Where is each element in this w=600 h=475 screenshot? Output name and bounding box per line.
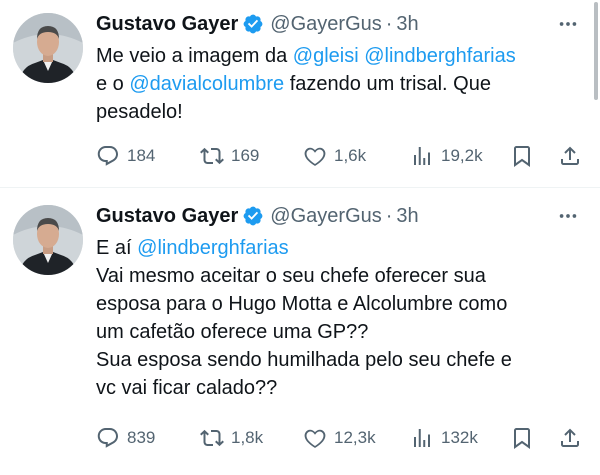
views-count: 132k [441, 428, 478, 447]
timestamp[interactable]: 3h [396, 200, 418, 232]
share-icon [561, 146, 579, 165]
tweet[interactable]: Gustavo Gayer @GayerGus · 3h Me veio a i… [0, 0, 600, 187]
author-handle[interactable]: @GayerGus [270, 8, 381, 40]
repost-button[interactable]: 1,8k [200, 423, 263, 453]
tweet-header: Gustavo Gayer @GayerGus · 3h [96, 200, 582, 232]
repost-icon [200, 429, 224, 447]
text-segment: pesadelo! [96, 101, 183, 123]
text-segment: e o [96, 73, 130, 95]
bookmark-icon [514, 428, 530, 449]
tweet-text-line: pesadelo! [96, 98, 582, 126]
verified-badge-icon [243, 14, 263, 34]
tweet-actions: 839 1,8k 12,3k 132k [96, 423, 586, 453]
bookmark-icon [514, 146, 530, 167]
text-segment: fazendo um trisal. Que [284, 73, 491, 95]
avatar[interactable] [13, 205, 83, 275]
scrollbar[interactable] [594, 2, 598, 100]
like-count: 12,3k [334, 428, 376, 447]
profile-photo-icon [13, 13, 83, 83]
verified-badge-icon [243, 206, 263, 226]
tweet-text: Me veio a imagem da @gleisi @lindberghfa… [96, 42, 582, 126]
avatar[interactable] [13, 13, 83, 83]
share-icon [561, 428, 579, 447]
author-name[interactable]: Gustavo Gayer [96, 8, 238, 40]
reply-button[interactable]: 839 [96, 423, 155, 453]
tweet-text-line: e o @davialcolumbre fazendo um trisal. Q… [96, 70, 582, 98]
mention-link[interactable]: @davialcolumbre [129, 73, 284, 95]
views-chart-icon [414, 147, 430, 165]
like-button[interactable]: 12,3k [303, 423, 376, 453]
bookmark-button[interactable] [510, 141, 534, 171]
text-segment: E aí [96, 237, 138, 259]
more-options-button[interactable] [554, 10, 582, 38]
mention-link[interactable]: @gleisi [293, 45, 359, 67]
mention-link[interactable]: @lindberghfarias [137, 237, 289, 259]
tweet-content: Gustavo Gayer @GayerGus · 3h Me veio a i… [96, 8, 582, 126]
views-chart-icon [414, 429, 430, 447]
share-button[interactable] [558, 423, 582, 453]
separator-dot: · [385, 13, 393, 35]
reply-count: 839 [127, 428, 156, 447]
bookmark-button[interactable] [510, 423, 534, 453]
reply-icon [97, 428, 118, 448]
repost-count: 169 [231, 146, 260, 165]
tweet-header: Gustavo Gayer @GayerGus · 3h [96, 8, 582, 40]
views-button[interactable]: 132k [410, 423, 478, 453]
views-button[interactable]: 19,2k [410, 141, 483, 171]
author-name[interactable]: Gustavo Gayer [96, 200, 238, 232]
separator-dot: · [385, 205, 393, 227]
more-icon [559, 214, 577, 218]
tweet-text-line: Me veio a imagem da @gleisi @lindberghfa… [96, 42, 582, 70]
tweet-divider [0, 187, 600, 188]
like-count: 1,6k [334, 146, 367, 165]
tweet-text-line: esposa para o Hugo Motta e Alcolumbre co… [96, 293, 508, 315]
text-segment: Me veio a imagem da [96, 45, 293, 67]
author-handle[interactable]: @GayerGus [270, 200, 381, 232]
more-icon [559, 22, 577, 26]
tweet-text-line: Vai mesmo aceitar o seu chefe oferecer s… [96, 265, 486, 287]
mention-link[interactable]: @lindberghfarias [364, 45, 516, 67]
profile-photo-icon [13, 205, 83, 275]
tweet-text-line: E aí @lindberghfarias [96, 234, 582, 262]
like-button[interactable]: 1,6k [303, 141, 366, 171]
tweet-text-line: um cafetão oferece uma GP?? [96, 321, 369, 343]
tweet-text-line: Sua esposa sendo humilhada pelo seu chef… [96, 349, 512, 371]
tweet-text-line: vc vai ficar calado?? [96, 377, 278, 399]
share-button[interactable] [558, 141, 582, 171]
reply-icon [97, 146, 118, 166]
tweet-text: E aí @lindberghfarias Vai mesmo aceitar … [96, 234, 582, 402]
views-count: 19,2k [441, 146, 483, 165]
repost-button[interactable]: 169 [200, 141, 259, 171]
repost-icon [200, 147, 224, 165]
timestamp[interactable]: 3h [396, 8, 418, 40]
tweet-content: Gustavo Gayer @GayerGus · 3h E aí @lindb… [96, 200, 582, 402]
repost-count: 1,8k [231, 428, 264, 447]
heart-icon [304, 147, 326, 166]
heart-icon [304, 429, 326, 448]
reply-count: 184 [127, 146, 156, 165]
tweet-actions: 184 169 1,6k 19,2k [96, 141, 586, 171]
tweet[interactable]: Gustavo Gayer @GayerGus · 3h E aí @lindb… [0, 192, 600, 475]
reply-button[interactable]: 184 [96, 141, 155, 171]
more-options-button[interactable] [554, 202, 582, 230]
